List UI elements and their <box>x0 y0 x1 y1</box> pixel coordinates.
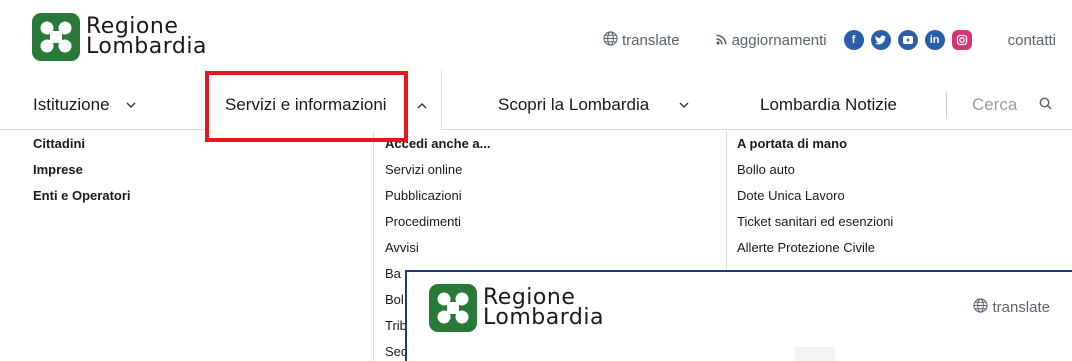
menu-item-cittadini[interactable]: Cittadini <box>33 130 131 156</box>
instagram-icon[interactable] <box>951 30 972 50</box>
logo-wordmark: Regione Lombardia <box>86 16 207 59</box>
highlight-box <box>205 71 408 142</box>
aggiornamenti-link[interactable]: aggiornamenti <box>715 31 827 49</box>
regione-lombardia-logo[interactable]: Regione Lombardia <box>429 284 604 332</box>
translate-label: translate <box>992 299 1050 316</box>
menu-item-servizi-online[interactable]: Servizi online <box>385 156 491 182</box>
contatti-link[interactable]: contatti <box>1008 32 1056 49</box>
logo-wordmark: Regione Lombardia <box>483 287 604 330</box>
nav-label: Scopri la Lombardia <box>498 95 650 114</box>
menu-item-allerte[interactable]: Allerte Protezione Civile <box>737 234 893 260</box>
nav-divider <box>946 92 947 118</box>
youtube-icon[interactable] <box>897 30 918 50</box>
nav-label: Lombardia Notizie <box>760 95 898 114</box>
globe-icon <box>973 298 989 317</box>
header-links: translate aggiornamenti f in contatti <box>603 30 1056 50</box>
linkedin-icon[interactable]: in <box>924 30 945 50</box>
chevron-down-icon <box>126 98 136 112</box>
nav-label: Istituzione <box>33 95 110 114</box>
chevron-up-icon <box>417 98 427 112</box>
header-topbar: Regione Lombardia translate aggiornament… <box>0 0 1072 70</box>
nav-item-notizie[interactable]: Lombardia Notizie <box>760 95 897 115</box>
twitter-icon[interactable] <box>870 30 891 50</box>
overlay-screenshot: Regione Lombardia translate <box>405 270 1072 361</box>
menu-item-pubblicazioni[interactable]: Pubblicazioni <box>385 182 491 208</box>
main-nav: Istituzione Servizi e informazioni Scopr… <box>0 70 1072 130</box>
menu-item-dote-unica[interactable]: Dote Unica Lavoro <box>737 182 893 208</box>
search-icon <box>1039 97 1052 114</box>
menu-item-procedimenti[interactable]: Procedimenti <box>385 208 491 234</box>
menu-item-enti[interactable]: Enti e Operatori <box>33 182 131 208</box>
social-links: f in <box>837 30 972 50</box>
lombardia-rose-icon <box>429 284 477 332</box>
menu-column-audience: Cittadini Imprese Enti e Operatori <box>33 130 131 208</box>
logo-line-2: Lombardia <box>86 34 207 59</box>
translate-link[interactable]: translate <box>603 30 680 50</box>
aggiornamenti-label: aggiornamenti <box>731 31 827 49</box>
search-label: Cerca <box>972 95 1018 114</box>
facebook-icon[interactable]: f <box>843 30 864 50</box>
search-button[interactable]: Cerca <box>972 95 1052 115</box>
menu-item-bollo-auto[interactable]: Bollo auto <box>737 156 893 182</box>
regione-lombardia-logo[interactable]: Regione Lombardia <box>32 13 207 61</box>
globe-icon <box>603 30 618 50</box>
translate-link[interactable]: translate <box>973 298 1050 317</box>
menu-item-imprese[interactable]: Imprese <box>33 156 131 182</box>
menu-item-ticket-sanitari[interactable]: Ticket sanitari ed esenzioni <box>737 208 893 234</box>
nav-item-istituzione[interactable]: Istituzione <box>33 95 136 115</box>
translate-label: translate <box>622 31 680 49</box>
rss-icon <box>715 32 728 49</box>
menu-column-title: A portata di mano <box>737 135 848 151</box>
overlay-nav-fragment <box>795 347 835 361</box>
lombardia-rose-icon <box>32 13 80 61</box>
logo-line-2: Lombardia <box>483 305 604 330</box>
header-links: translate <box>973 298 1050 317</box>
chevron-down-icon <box>679 98 689 112</box>
menu-item-avvisi[interactable]: Avvisi <box>385 234 491 260</box>
contatti-label: contatti <box>1007 31 1056 49</box>
menu-column-portata: A portata di mano Bollo auto Dote Unica … <box>737 130 893 260</box>
menu-divider <box>373 131 374 361</box>
nav-item-scopri[interactable]: Scopri la Lombardia <box>498 95 689 115</box>
